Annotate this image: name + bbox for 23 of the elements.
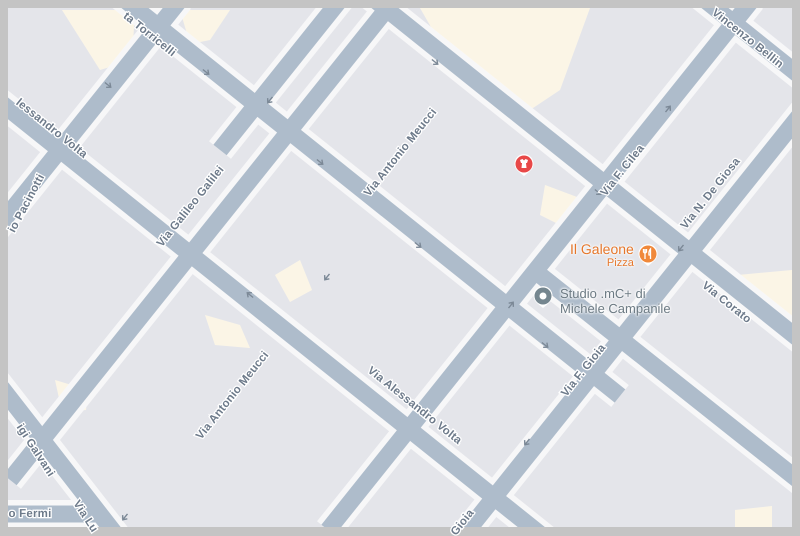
one-way-arrow-icon [324, 273, 330, 281]
shop-pin-icon[interactable] [514, 154, 534, 176]
one-way-arrow-icon [202, 68, 210, 76]
street-label: Via Lu [70, 498, 100, 535]
poi-name[interactable]: Il Galeone [570, 242, 634, 257]
one-way-arrow-icon [508, 301, 514, 309]
one-way-arrow-icon [541, 342, 549, 348]
one-way-arrow-icon [524, 438, 530, 446]
one-way-arrow-icon [122, 513, 128, 521]
one-way-arrow-icon [431, 58, 439, 66]
one-way-arrow-icon [104, 82, 112, 88]
place-pin-icon[interactable] [534, 286, 552, 308]
poi-category: Pizza [606, 257, 634, 269]
one-way-arrow-icon [316, 158, 324, 166]
one-way-arrow-icon [266, 96, 274, 104]
restaurant-pin-icon[interactable] [638, 244, 658, 266]
one-way-arrow-icon [664, 105, 672, 113]
one-way-arrow-icon [246, 292, 254, 298]
building-drawing [205, 315, 250, 348]
one-way-arrow-icon [678, 244, 684, 252]
building-drawing [180, 10, 230, 44]
street-label: o Fermi [8, 508, 52, 520]
one-way-arrow-icon [414, 242, 422, 248]
